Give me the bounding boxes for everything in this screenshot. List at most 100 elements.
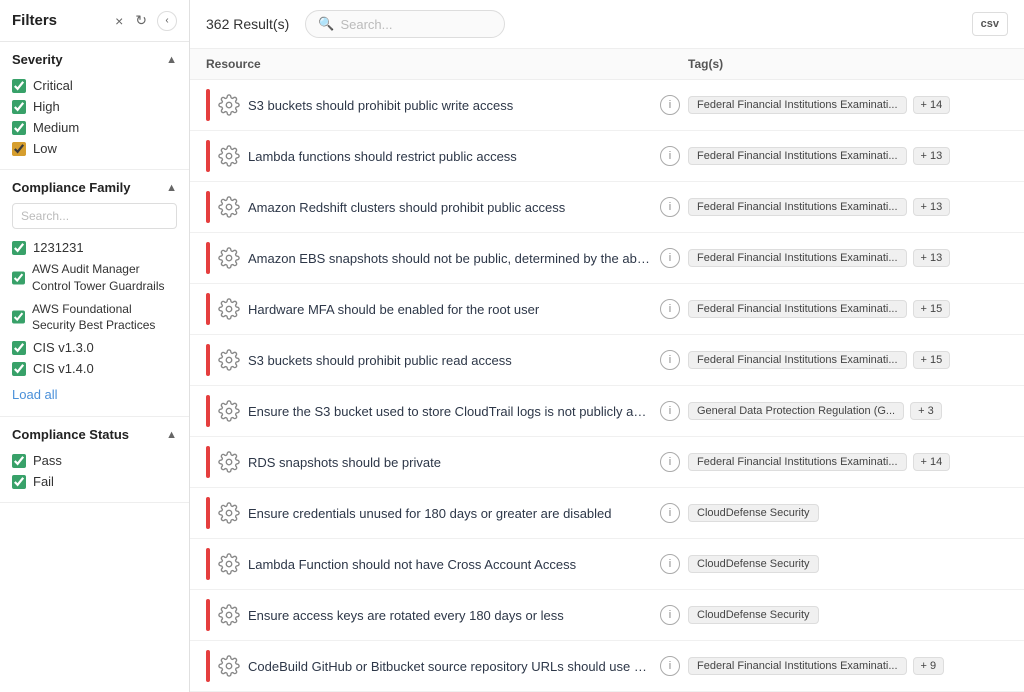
refresh-filters-button[interactable]: ↻ [133, 10, 149, 31]
info-icon[interactable]: i [660, 350, 680, 370]
tag-pill[interactable]: Federal Financial Institutions Examinati… [688, 96, 907, 114]
severity-bar [206, 293, 210, 325]
severity-low-checkbox[interactable] [12, 142, 26, 156]
cf-1231231-item[interactable]: 1231231 [12, 237, 177, 258]
tag-more[interactable]: + 14 [913, 96, 951, 114]
severity-critical-checkbox[interactable] [12, 79, 26, 93]
tag-pill[interactable]: General Data Protection Regulation (G... [688, 402, 904, 420]
table-row[interactable]: S3 buckets should prohibit public write … [190, 80, 1024, 131]
table-row[interactable]: Hardware MFA should be enabled for the r… [190, 284, 1024, 335]
severity-medium-checkbox[interactable] [12, 121, 26, 135]
tag-more[interactable]: + 13 [913, 147, 951, 165]
info-icon[interactable]: i [660, 95, 680, 115]
cf-aws-foundational-checkbox[interactable] [12, 310, 25, 324]
cf-aws-audit-checkbox[interactable] [12, 271, 25, 285]
info-icon[interactable]: i [660, 503, 680, 523]
table-row[interactable]: Amazon EBS snapshots should not be publi… [190, 233, 1024, 284]
severity-critical-item[interactable]: Critical [12, 75, 177, 96]
cf-aws-audit-item[interactable]: AWS Audit Manager Control Tower Guardrai… [12, 258, 177, 298]
tag-pill[interactable]: Federal Financial Institutions Examinati… [688, 147, 907, 165]
tag-pill[interactable]: Federal Financial Institutions Examinati… [688, 300, 907, 318]
table-row[interactable]: Lambda functions should restrict public … [190, 131, 1024, 182]
resource-name: Hardware MFA should be enabled for the r… [248, 302, 652, 317]
load-all-button[interactable]: Load all [12, 383, 58, 406]
cf-cis-v140-checkbox[interactable] [12, 362, 26, 376]
tag-more[interactable]: + 3 [910, 402, 942, 420]
cf-cis-v130-item[interactable]: CIS v1.3.0 [12, 337, 177, 358]
clear-filters-button[interactable]: × [113, 11, 125, 31]
info-icon[interactable]: i [660, 197, 680, 217]
tags-area: Federal Financial Institutions Examinati… [688, 198, 1008, 216]
tag-pill[interactable]: Federal Financial Institutions Examinati… [688, 198, 907, 216]
info-icon[interactable]: i [660, 452, 680, 472]
sidebar-title: Filters [12, 12, 57, 29]
tag-pill[interactable]: CloudDefense Security [688, 606, 819, 624]
info-icon[interactable]: i [660, 554, 680, 574]
severity-high-item[interactable]: High [12, 96, 177, 117]
cf-aws-foundational-label: AWS Foundational Security Best Practices [32, 301, 177, 335]
resource-name: Amazon EBS snapshots should not be publi… [248, 251, 652, 266]
table-row[interactable]: Ensure the S3 bucket used to store Cloud… [190, 386, 1024, 437]
sidebar-icons: × ↻ ‹ [113, 10, 177, 31]
compliance-family-title: Compliance Family [12, 180, 130, 195]
search-input[interactable] [340, 17, 492, 32]
status-pass-item[interactable]: Pass [12, 450, 177, 471]
status-pass-checkbox[interactable] [12, 454, 26, 468]
status-fail-checkbox[interactable] [12, 475, 26, 489]
main-toolbar: 362 Result(s) 🔍 csv [190, 0, 1024, 49]
tag-pill[interactable]: CloudDefense Security [688, 555, 819, 573]
cf-aws-foundational-item[interactable]: AWS Foundational Security Best Practices [12, 298, 177, 338]
resource-name: Ensure the S3 bucket used to store Cloud… [248, 404, 652, 419]
table-header: Resource Tag(s) [190, 49, 1024, 80]
info-icon[interactable]: i [660, 299, 680, 319]
tags-area: Federal Financial Institutions Examinati… [688, 453, 1008, 471]
tag-more[interactable]: + 13 [913, 249, 951, 267]
compliance-family-header[interactable]: Compliance Family ▲ [12, 180, 177, 195]
tag-more[interactable]: + 15 [913, 351, 951, 369]
tag-pill[interactable]: Federal Financial Institutions Examinati… [688, 351, 907, 369]
tags-area: Federal Financial Institutions Examinati… [688, 249, 1008, 267]
severity-bar [206, 599, 210, 631]
tag-pill[interactable]: CloudDefense Security [688, 504, 819, 522]
collapse-sidebar-button[interactable]: ‹ [157, 11, 177, 31]
table-row[interactable]: Ensure credentials unused for 180 days o… [190, 488, 1024, 539]
tag-more[interactable]: + 13 [913, 198, 951, 216]
csv-export-button[interactable]: csv [972, 12, 1008, 36]
resource-name: Ensure credentials unused for 180 days o… [248, 506, 652, 521]
tags-area: CloudDefense Security [688, 606, 1008, 624]
tags-area: Federal Financial Institutions Examinati… [688, 96, 1008, 114]
compliance-status-header[interactable]: Compliance Status ▲ [12, 427, 177, 442]
cf-cis-v130-checkbox[interactable] [12, 341, 26, 355]
info-icon[interactable]: i [660, 146, 680, 166]
resource-gear-icon [218, 400, 240, 422]
tag-pill[interactable]: Federal Financial Institutions Examinati… [688, 453, 907, 471]
tag-more[interactable]: + 9 [913, 657, 945, 675]
table-row[interactable]: Ensure access keys are rotated every 180… [190, 590, 1024, 641]
tag-pill[interactable]: Federal Financial Institutions Examinati… [688, 249, 907, 267]
severity-section-header[interactable]: Severity ▲ [12, 52, 177, 67]
cf-cis-v140-item[interactable]: CIS v1.4.0 [12, 358, 177, 379]
resource-gear-icon [218, 502, 240, 524]
info-icon[interactable]: i [660, 656, 680, 676]
table-row[interactable]: Lambda Function should not have Cross Ac… [190, 539, 1024, 590]
tag-more[interactable]: + 14 [913, 453, 951, 471]
table-row[interactable]: RDS snapshots should be private i Federa… [190, 437, 1024, 488]
info-icon[interactable]: i [660, 605, 680, 625]
table-row[interactable]: CodeBuild GitHub or Bitbucket source rep… [190, 641, 1024, 692]
severity-critical-label: Critical [33, 78, 73, 93]
compliance-family-search[interactable] [12, 203, 177, 229]
tag-pill[interactable]: Federal Financial Institutions Examinati… [688, 657, 907, 675]
status-fail-item[interactable]: Fail [12, 471, 177, 492]
resource-name: Ensure access keys are rotated every 180… [248, 608, 652, 623]
table-row[interactable]: S3 buckets should prohibit public read a… [190, 335, 1024, 386]
table-row[interactable]: Amazon Redshift clusters should prohibit… [190, 182, 1024, 233]
severity-high-checkbox[interactable] [12, 100, 26, 114]
severity-low-item[interactable]: Low [12, 138, 177, 159]
severity-medium-item[interactable]: Medium [12, 117, 177, 138]
info-icon[interactable]: i [660, 248, 680, 268]
cf-1231231-checkbox[interactable] [12, 241, 26, 255]
search-icon: 🔍 [318, 16, 334, 32]
tag-more[interactable]: + 15 [913, 300, 951, 318]
cf-aws-audit-label: AWS Audit Manager Control Tower Guardrai… [32, 261, 177, 295]
info-icon[interactable]: i [660, 401, 680, 421]
